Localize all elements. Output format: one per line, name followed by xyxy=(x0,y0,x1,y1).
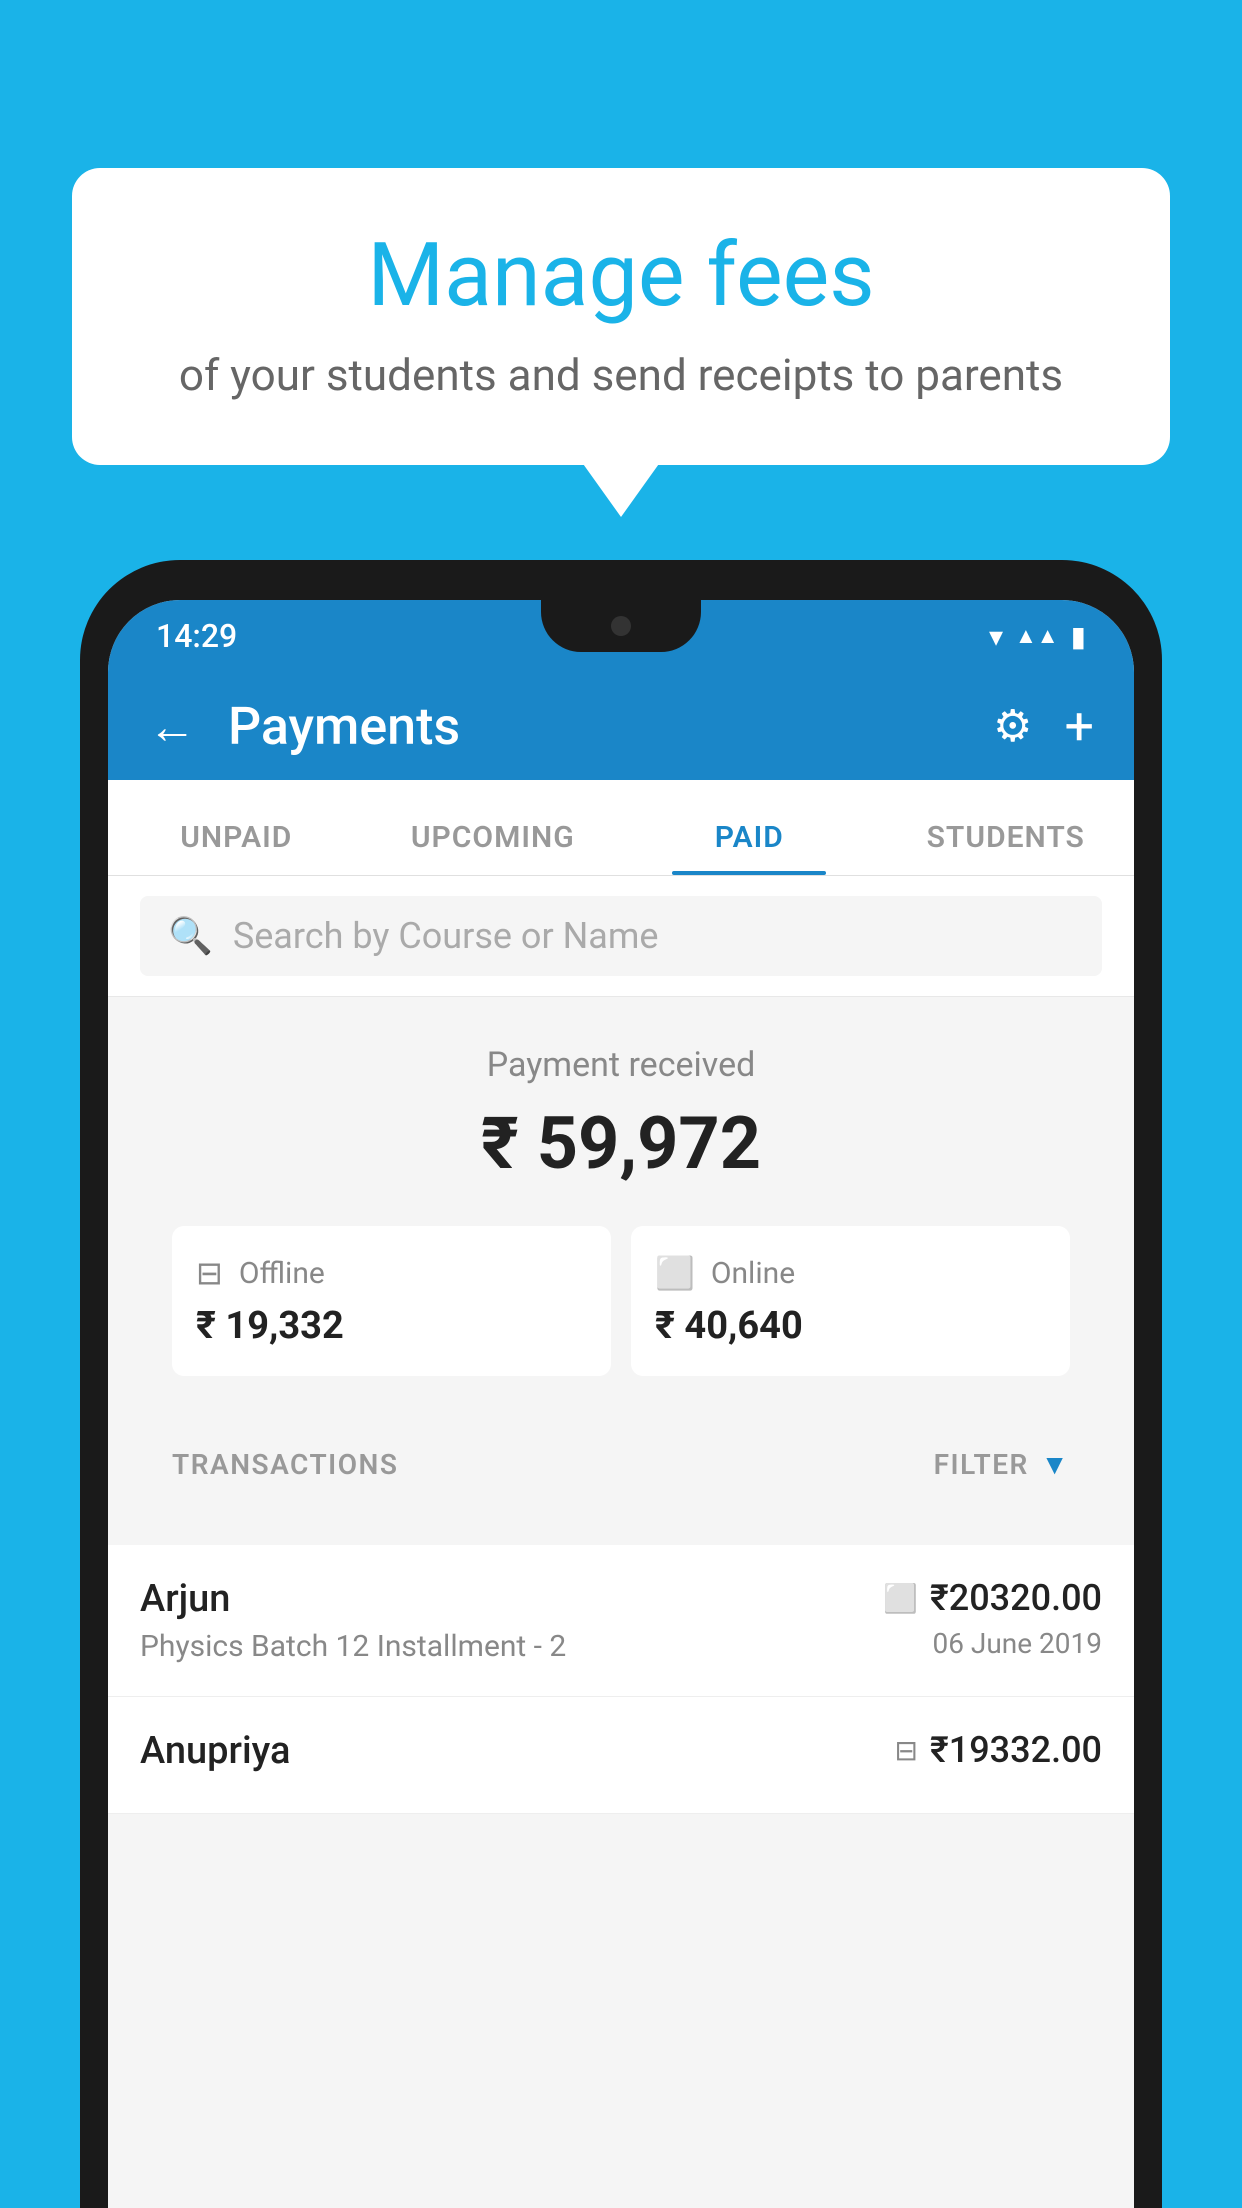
tab-students[interactable]: STUDENTS xyxy=(878,820,1135,875)
tx-left: Arjun Physics Batch 12 Installment - 2 xyxy=(140,1577,566,1664)
tx-amount-row: ⊟ ₹19332.00 xyxy=(895,1729,1103,1771)
online-label: Online xyxy=(711,1256,795,1291)
notch xyxy=(541,600,701,652)
online-amount: ₹ 40,640 xyxy=(655,1304,1046,1348)
phone-screen: 14:29 ▾ ▲▲ ▮ ← Payments ⚙ + UNPAID UPCOM… xyxy=(108,600,1134,2208)
camera-dot xyxy=(611,616,631,636)
search-container: 🔍 Search by Course or Name xyxy=(108,876,1134,997)
online-icon: ⬜ xyxy=(655,1254,695,1292)
offline-icon: ⊟ xyxy=(196,1254,223,1292)
online-card: ⬜ Online ₹ 40,640 xyxy=(631,1226,1070,1376)
payment-label: Payment received xyxy=(140,1045,1102,1085)
tx-right: ⊟ ₹19332.00 xyxy=(895,1729,1103,1779)
battery-icon: ▮ xyxy=(1071,620,1086,653)
offline-amount: ₹ 19,332 xyxy=(196,1304,587,1348)
payment-section: Payment received ₹ 59,972 ⊟ Offline ₹ 19… xyxy=(108,997,1134,1545)
search-icon: 🔍 xyxy=(168,915,213,957)
back-button[interactable]: ← xyxy=(148,698,196,755)
transactions-header: TRANSACTIONS FILTER ▼ xyxy=(140,1424,1102,1505)
tx-amount: ₹20320.00 xyxy=(930,1577,1102,1619)
tx-amount: ₹19332.00 xyxy=(930,1729,1102,1771)
tx-right: ⬜ ₹20320.00 06 June 2019 xyxy=(883,1577,1102,1660)
add-icon[interactable]: + xyxy=(1064,696,1094,757)
phone-frame: 14:29 ▾ ▲▲ ▮ ← Payments ⚙ + UNPAID UPCOM… xyxy=(80,560,1162,2208)
app-bar-icons: ⚙ + xyxy=(993,696,1094,757)
search-bar[interactable]: 🔍 Search by Course or Name xyxy=(140,896,1102,976)
status-bar: 14:29 ▾ ▲▲ ▮ xyxy=(108,600,1134,672)
settings-icon[interactable]: ⚙ xyxy=(993,700,1032,752)
bubble-subtitle: of your students and send receipts to pa… xyxy=(120,349,1122,401)
tx-pay-icon-online: ⬜ xyxy=(883,1582,918,1615)
tab-paid[interactable]: PAID xyxy=(621,820,878,875)
speech-bubble: Manage fees of your students and send re… xyxy=(72,168,1170,465)
signal-icon: ▲▲ xyxy=(1015,623,1059,649)
tx-name: Arjun xyxy=(140,1577,566,1621)
tx-course: Physics Batch 12 Installment - 2 xyxy=(140,1629,566,1664)
tx-left: Anupriya xyxy=(140,1729,290,1781)
transactions-list: Arjun Physics Batch 12 Installment - 2 ⬜… xyxy=(108,1545,1134,1814)
filter-label: FILTER xyxy=(934,1448,1029,1481)
transactions-label: TRANSACTIONS xyxy=(172,1448,398,1481)
table-row[interactable]: Arjun Physics Batch 12 Installment - 2 ⬜… xyxy=(108,1545,1134,1697)
wifi-icon: ▾ xyxy=(989,620,1003,653)
filter-button[interactable]: FILTER ▼ xyxy=(934,1448,1070,1481)
payment-amount: ₹ 59,972 xyxy=(140,1101,1102,1186)
offline-label: Offline xyxy=(239,1256,325,1291)
tx-amount-row: ⬜ ₹20320.00 xyxy=(883,1577,1102,1619)
tx-date: 06 June 2019 xyxy=(883,1627,1102,1660)
table-row[interactable]: Anupriya ⊟ ₹19332.00 xyxy=(108,1697,1134,1814)
bubble-title: Manage fees xyxy=(120,228,1122,325)
offline-card: ⊟ Offline ₹ 19,332 xyxy=(172,1226,611,1376)
tab-unpaid[interactable]: UNPAID xyxy=(108,820,365,875)
app-title: Payments xyxy=(228,696,993,757)
tab-upcoming[interactable]: UPCOMING xyxy=(365,820,622,875)
cards-row: ⊟ Offline ₹ 19,332 ⬜ Online ₹ 40,640 xyxy=(140,1226,1102,1424)
filter-icon: ▼ xyxy=(1041,1448,1070,1481)
tx-name: Anupriya xyxy=(140,1729,290,1773)
tx-pay-icon-offline: ⊟ xyxy=(895,1734,918,1767)
status-time: 14:29 xyxy=(156,617,237,655)
status-icons: ▾ ▲▲ ▮ xyxy=(989,620,1086,653)
tabs: UNPAID UPCOMING PAID STUDENTS xyxy=(108,780,1134,876)
app-bar: ← Payments ⚙ + xyxy=(108,672,1134,780)
search-placeholder: Search by Course or Name xyxy=(233,915,659,957)
